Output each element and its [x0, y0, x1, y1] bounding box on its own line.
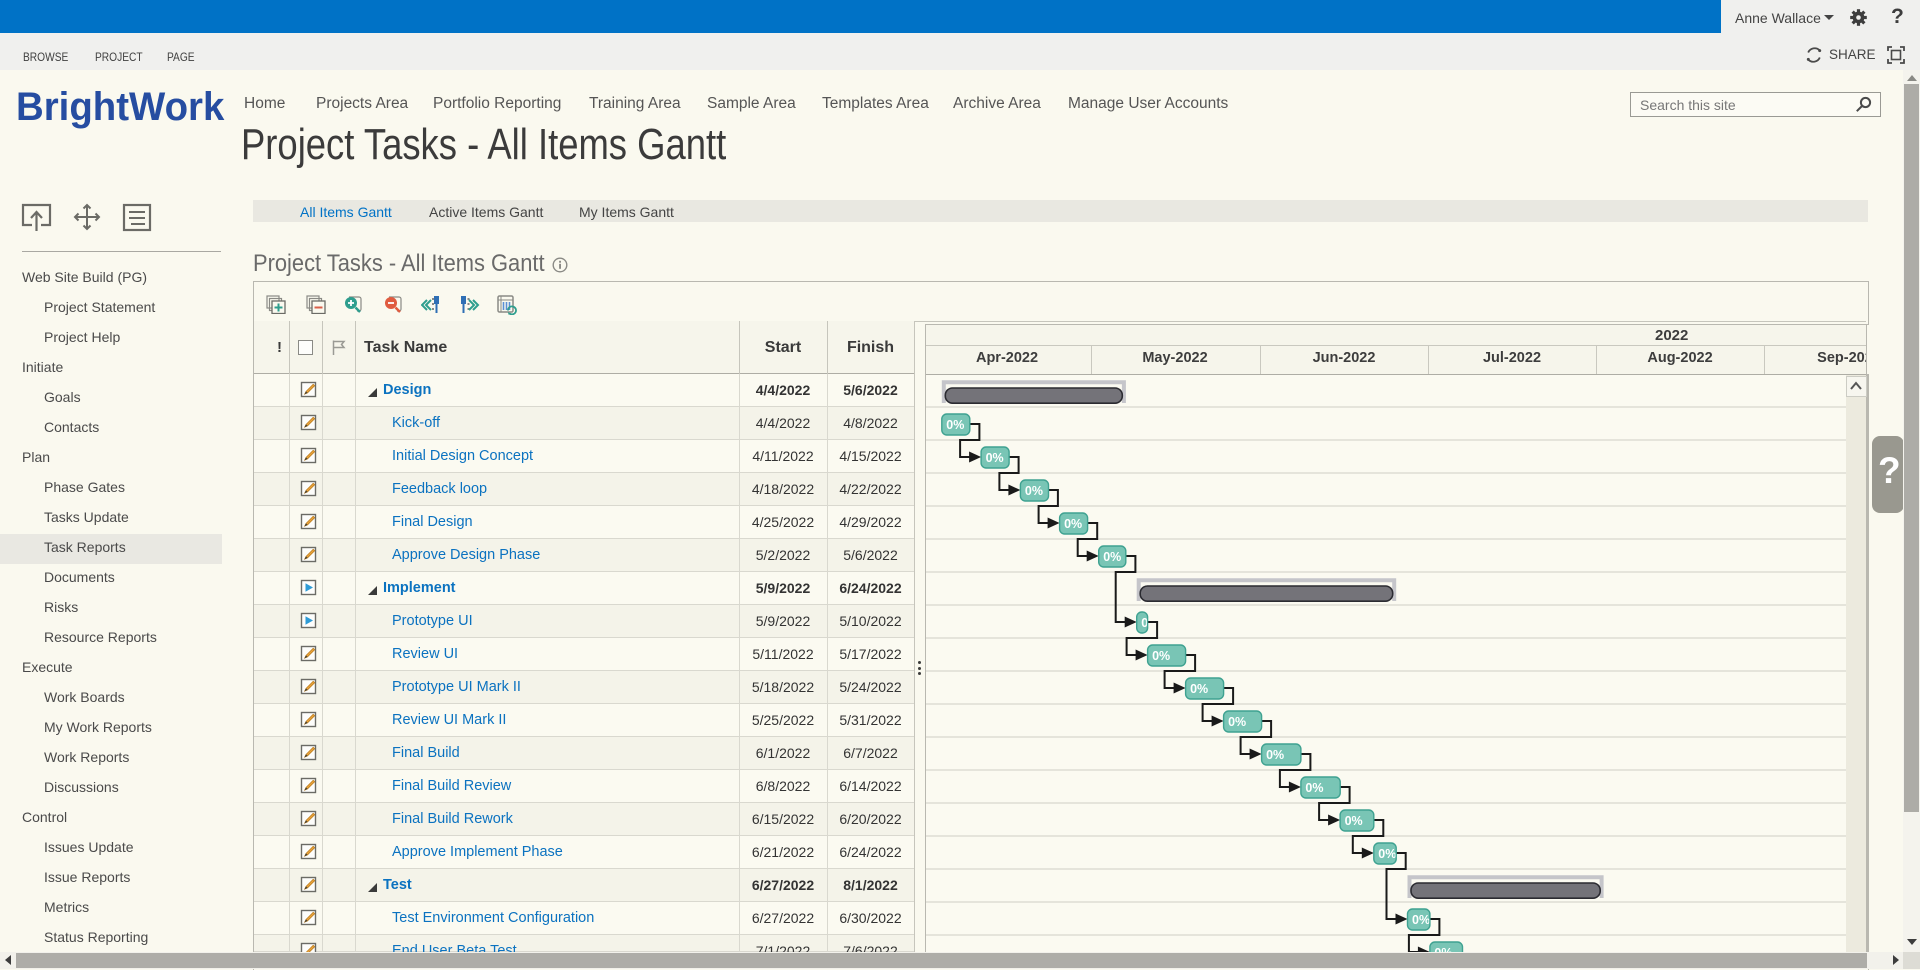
svg-text:0%: 0%	[946, 418, 964, 432]
svg-text:0%: 0%	[1266, 748, 1284, 762]
svg-text:0%: 0%	[1152, 649, 1170, 663]
svg-text:0%: 0%	[1064, 517, 1082, 531]
svg-text:0%: 0%	[1378, 847, 1396, 861]
svg-text:0%: 0%	[1345, 814, 1363, 828]
svg-text:0%: 0%	[986, 451, 1004, 465]
svg-text:0%: 0%	[1025, 484, 1043, 498]
svg-text:0%: 0%	[1305, 781, 1323, 795]
svg-text:0%: 0%	[1412, 913, 1430, 927]
svg-text:0%: 0%	[1190, 682, 1208, 696]
svg-text:0%: 0%	[1228, 715, 1246, 729]
svg-text:0%: 0%	[1103, 550, 1121, 564]
